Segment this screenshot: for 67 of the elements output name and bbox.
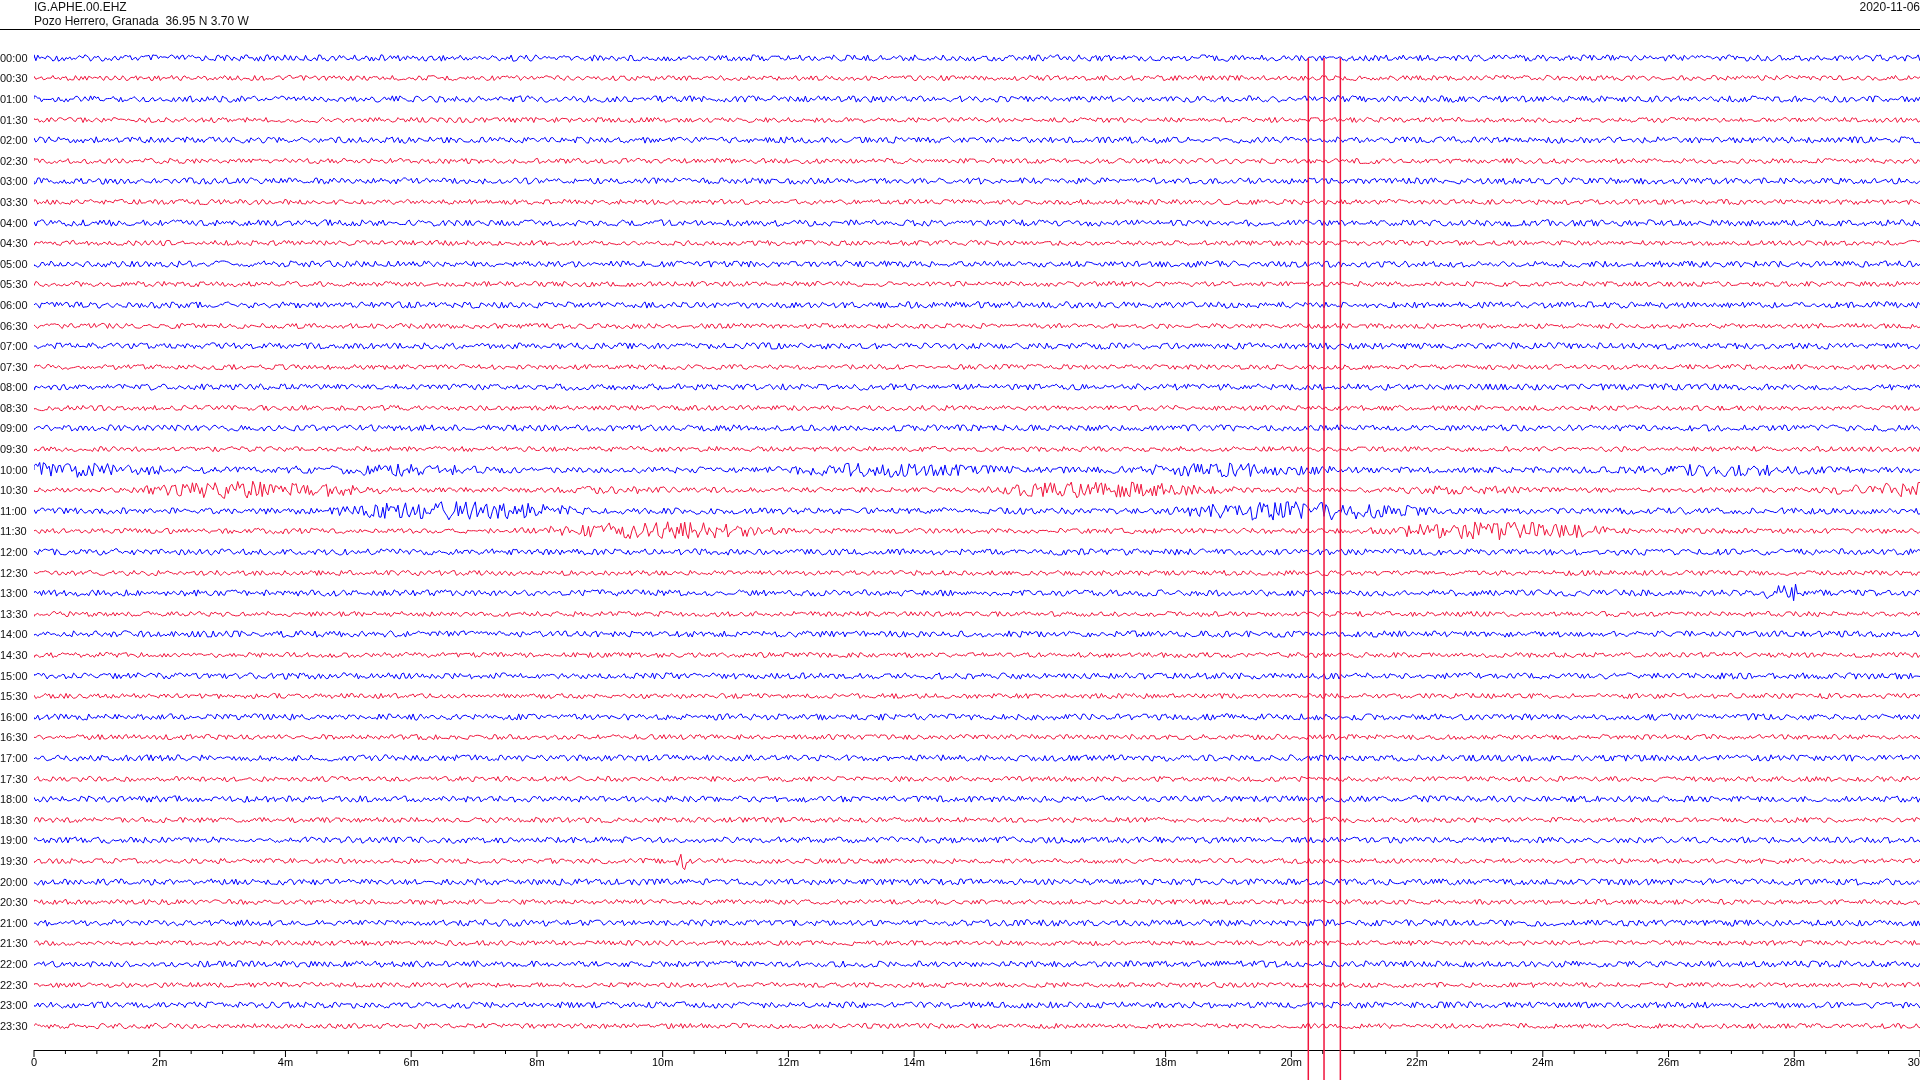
time-label: 14:00 [0, 628, 29, 641]
tick-label: 30 [1907, 1056, 1920, 1068]
tick-label: 8m [529, 1056, 545, 1068]
time-label: 00:30 [0, 72, 29, 85]
time-label: 05:00 [0, 257, 29, 270]
time-label: 07:00 [0, 340, 29, 353]
time-label: 08:00 [0, 381, 29, 394]
tick-label: 26m [1657, 1056, 1680, 1068]
time-label: 09:30 [0, 443, 29, 456]
time-label: 14:30 [0, 649, 29, 661]
time-label: 03:30 [0, 195, 29, 208]
tick-label: 28m [1783, 1056, 1805, 1068]
time-label: 04:00 [0, 216, 29, 229]
time-label: 13:00 [0, 587, 29, 600]
time-label: 21:00 [0, 916, 29, 929]
time-label: 17:30 [0, 772, 29, 785]
time-label: 23:30 [0, 1019, 29, 1032]
tick-label: 16m [1029, 1056, 1051, 1068]
time-label: 16:00 [0, 710, 29, 723]
tick-label: 0 [30, 1056, 38, 1068]
time-label: 17:00 [0, 752, 29, 764]
time-label: 00:00 [0, 51, 29, 64]
time-label: 11:00 [0, 504, 28, 517]
time-label: 04:30 [0, 237, 29, 250]
time-label: 19:00 [0, 834, 29, 847]
time-label: 10:30 [0, 484, 29, 497]
record-date: 2020-11-06 [1859, 0, 1920, 16]
time-label: 18:30 [0, 813, 29, 826]
time-label: 01:30 [0, 113, 29, 126]
tick-label: 18m [1154, 1056, 1177, 1068]
time-label: 07:30 [0, 360, 29, 373]
time-label: 21:30 [0, 937, 29, 950]
time-label: 13:30 [0, 607, 29, 620]
time-label: 09:00 [0, 422, 29, 435]
time-label: 05:30 [0, 278, 29, 291]
time-label: 11:30 [0, 525, 28, 538]
time-label: 19:30 [0, 854, 29, 867]
tick-label: 10m [651, 1056, 674, 1068]
tick-label: 6m [403, 1056, 419, 1068]
tick-label: 22m [1406, 1056, 1428, 1068]
time-label: 22:00 [0, 957, 29, 970]
time-label: 03:00 [0, 175, 29, 188]
time-label: 12:00 [0, 546, 29, 559]
time-label: 16:30 [0, 731, 29, 744]
tick-label: 12m [777, 1056, 800, 1068]
station-code: IG.APHE.00.EHZ [34, 0, 128, 14]
time-label: 22:30 [0, 978, 29, 991]
tick-label: 2m [152, 1056, 168, 1068]
time-label: 20:00 [0, 875, 29, 888]
time-label: 08:30 [0, 401, 29, 414]
time-label: 15:00 [0, 669, 29, 682]
time-label: 06:30 [0, 319, 29, 332]
time-label: 18:00 [0, 793, 29, 806]
tick-label: 24m [1532, 1056, 1554, 1068]
time-label: 10:00 [0, 463, 29, 476]
time-label: 15:30 [0, 690, 29, 703]
tick-label: 20m [1280, 1056, 1303, 1068]
station-location: Pozo Herrero, Granada 36.95 N 3.70 W [34, 14, 249, 28]
time-label: 23:00 [0, 999, 29, 1012]
time-label: 06:00 [0, 298, 29, 311]
time-label: 20:30 [0, 896, 29, 909]
tick-label: 4m [277, 1056, 294, 1068]
time-label: 02:30 [0, 154, 29, 167]
time-label: 01:00 [0, 93, 29, 105]
time-label: 12:30 [0, 566, 29, 579]
time-label: 02:00 [0, 134, 29, 147]
tick-label: 14m [903, 1056, 925, 1068]
